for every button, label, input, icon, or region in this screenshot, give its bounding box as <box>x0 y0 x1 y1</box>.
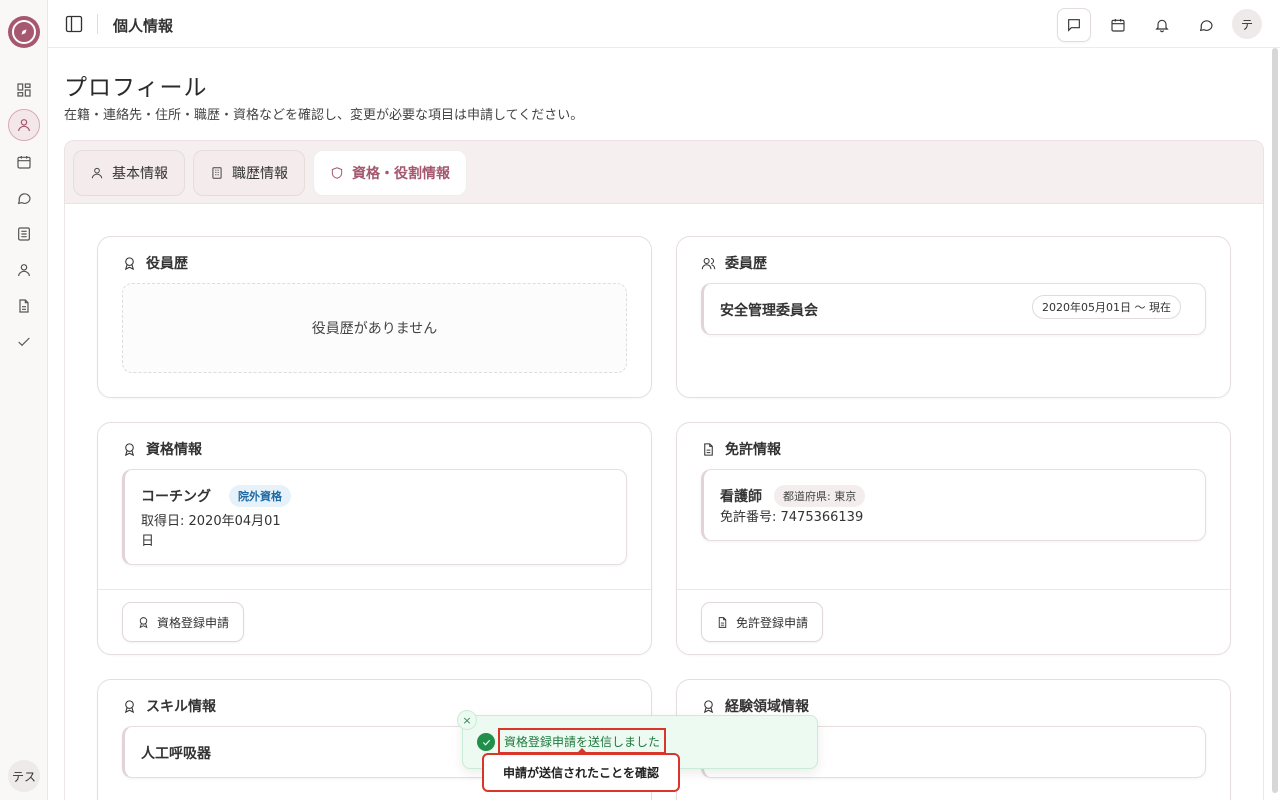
tab-career-info[interactable]: 職歴情報 <box>193 150 305 196</box>
dashboard-icon[interactable] <box>12 78 36 102</box>
file-text-icon <box>704 442 713 456</box>
card-title: 役員歴 <box>122 253 188 273</box>
license-apply-button[interactable]: 免許登録申請 <box>701 602 824 642</box>
tab-label: 職歴情報 <box>232 166 288 182</box>
check-icon[interactable] <box>12 330 36 354</box>
qualification-badge: 院外資格 <box>229 485 291 507</box>
building-icon <box>212 167 222 179</box>
award-icon <box>124 442 135 456</box>
award-icon <box>703 699 714 713</box>
acquired-date: 取得日: 2020年04月01 日 <box>141 514 281 549</box>
tab-content: 役員歴 役員歴がありません 委員歴 安全管理委員会 2020年05月01日 〜 … <box>64 204 1264 800</box>
tab-basic-info[interactable]: 基本情報 <box>73 150 185 196</box>
left-rail: テス <box>0 0 48 800</box>
card-title: 免許情報 <box>701 439 781 459</box>
chat-bubble-icon[interactable] <box>1189 8 1223 42</box>
message-square-icon[interactable] <box>1057 8 1091 42</box>
qualification-card: 資格情報 コーチング 院外資格 取得日: 2020年04月01 日 資格登録申請 <box>97 422 652 655</box>
committee-name: 安全管理委員会 <box>720 303 818 319</box>
page-description: 在籍・連絡先・住所・職歴・資格などを確認し、変更が必要な項目は申請してください。 <box>64 108 584 123</box>
check-circle-icon <box>477 733 495 751</box>
card-title: 委員歴 <box>701 253 767 273</box>
list-item: コーチング 院外資格 取得日: 2020年04月01 日 <box>122 469 627 565</box>
award-icon <box>124 256 135 270</box>
officer-history-card: 役員歴 役員歴がありません <box>97 236 652 398</box>
users-icon <box>701 257 716 269</box>
divider <box>97 14 98 34</box>
top-bar: 個人情報 テ <box>48 0 1280 48</box>
user-avatar-rail[interactable]: テス <box>8 760 40 792</box>
main-content: プロフィール 在籍・連絡先・住所・職歴・資格などを確認し、変更が必要な項目は申請… <box>48 48 1280 800</box>
card-title: 資格情報 <box>122 439 202 459</box>
award-icon <box>124 699 135 713</box>
file-text-icon <box>718 616 727 628</box>
bell-icon[interactable] <box>1145 8 1179 42</box>
list-item: 安全管理委員会 2020年05月01日 〜 現在 <box>701 283 1206 335</box>
license-number: 免許番号: 7475366139 <box>720 510 864 525</box>
close-icon[interactable]: × <box>457 710 477 730</box>
compass-icon <box>12 20 36 44</box>
profile-icon[interactable] <box>8 109 40 141</box>
divider <box>98 589 651 590</box>
period-badge: 2020年05月01日 〜 現在 <box>1032 295 1181 319</box>
list-item: 看護師 都道府県: 東京 免許番号: 7475366139 <box>701 469 1206 541</box>
tab-qualification-role[interactable]: 資格・役割情報 <box>313 150 467 196</box>
user-icon <box>91 167 103 179</box>
qualification-apply-button[interactable]: 資格登録申請 <box>122 602 245 642</box>
empty-state: 役員歴がありません <box>122 283 627 373</box>
chat-icon[interactable] <box>12 186 36 210</box>
breadcrumb: 個人情報 <box>113 17 174 35</box>
page-title: プロフィール <box>64 75 208 101</box>
shield-icon <box>331 167 343 179</box>
divider <box>677 589 1230 590</box>
card-title: スキル情報 <box>122 696 216 716</box>
scrollbar-thumb[interactable] <box>1272 48 1278 793</box>
tab-label: 基本情報 <box>112 166 168 182</box>
qualification-name: コーチング <box>141 489 211 505</box>
calendar-top-icon[interactable] <box>1101 8 1135 42</box>
app-logo[interactable] <box>8 16 40 48</box>
license-name: 看護師 <box>720 489 762 505</box>
user-avatar[interactable]: テ <box>1232 9 1262 39</box>
card-title: 経験領域情報 <box>701 696 809 716</box>
file-icon[interactable] <box>12 294 36 318</box>
skill-name: 人工呼吸器 <box>141 746 211 762</box>
document-icon[interactable] <box>12 222 36 246</box>
scrollbar[interactable] <box>1272 48 1278 800</box>
award-icon <box>139 616 148 628</box>
sidebar-toggle-icon[interactable] <box>62 12 86 36</box>
tab-label: 資格・役割情報 <box>352 166 450 182</box>
prefecture-badge: 都道府県: 東京 <box>774 485 866 507</box>
license-card: 免許情報 看護師 都道府県: 東京 免許番号: 7475366139 免許登録申… <box>676 422 1231 655</box>
annotation-callout: 申請が送信されたことを確認 <box>482 748 680 792</box>
tab-bar: 基本情報 職歴情報 資格・役割情報 <box>64 140 1264 204</box>
committee-history-card: 委員歴 安全管理委員会 2020年05月01日 〜 現在 <box>676 236 1231 398</box>
calendar-icon[interactable] <box>12 150 36 174</box>
person-icon[interactable] <box>12 258 36 282</box>
